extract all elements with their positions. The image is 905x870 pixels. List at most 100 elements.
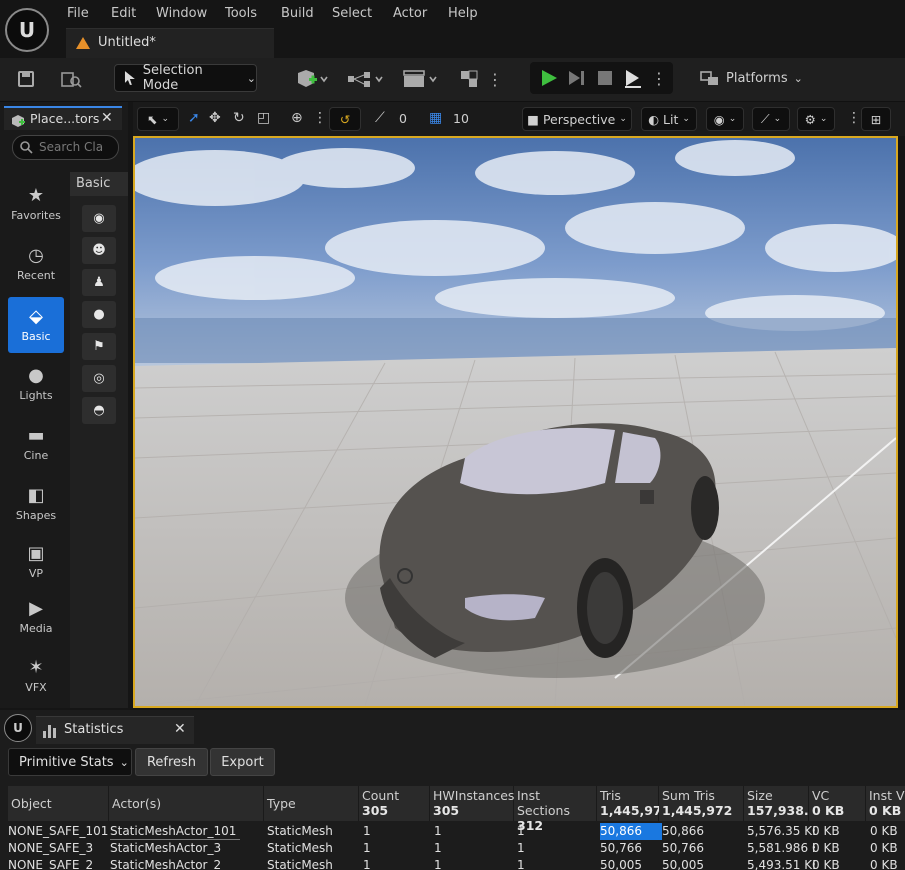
- more-options-icon[interactable]: ⋮: [313, 110, 327, 126]
- header-total: 305: [433, 803, 460, 818]
- category-recent[interactable]: ◷ Recent: [8, 236, 64, 292]
- table-row[interactable]: NONE_SAFE_2 StaticMeshActor_2 StaticMesh…: [8, 857, 905, 870]
- category-shapes[interactable]: ◧ Shapes: [8, 476, 64, 532]
- perspective-dropdown[interactable]: ■ Perspective ⌄: [522, 107, 632, 131]
- unreal-logo-icon[interactable]: U: [4, 714, 32, 742]
- column-header-inst-vc[interactable]: Inst VC0 KB: [866, 786, 905, 821]
- sparkle-icon: ✶: [28, 657, 44, 678]
- cell-actor-link[interactable]: StaticMeshActor_2: [110, 857, 240, 870]
- column-header-inst-sections[interactable]: Inst Sections 312: [514, 786, 597, 833]
- category-vfx[interactable]: ✶ VFX: [8, 648, 64, 704]
- select-menu-button[interactable]: ⬉ ⌄: [137, 107, 179, 131]
- table-row[interactable]: NONE_SAFE_3 StaticMeshActor_3 StaticMesh…: [8, 840, 905, 857]
- chevron-down-icon: ⌄: [819, 114, 828, 124]
- table-row[interactable]: NONE_SAFE_101 StaticMeshActor_101 Static…: [8, 823, 905, 840]
- empty-actor-icon[interactable]: ◉: [82, 205, 116, 232]
- menu-actor[interactable]: Actor: [393, 6, 427, 21]
- lighting-label: Lit: [663, 111, 679, 127]
- column-header-hwinstances[interactable]: HWInstances 305: [430, 786, 514, 821]
- browse-icon[interactable]: [58, 68, 84, 90]
- place-actors-tab[interactable]: Place...tors ✕: [4, 106, 122, 130]
- unreal-logo-icon[interactable]: U: [5, 8, 49, 52]
- rotate-icon[interactable]: ↻: [233, 110, 245, 126]
- menu-file[interactable]: File: [67, 6, 89, 21]
- refresh-button[interactable]: Refresh: [135, 748, 208, 776]
- gear-icon: ⚙: [804, 111, 816, 127]
- stop-icon[interactable]: [594, 67, 616, 89]
- player-start-icon[interactable]: ⚑: [82, 333, 116, 360]
- grid-snap-icon[interactable]: ▦: [429, 110, 442, 126]
- add-actor-icon[interactable]: [292, 66, 332, 92]
- sphere-actor-icon[interactable]: ◓: [82, 397, 116, 424]
- empty-pawn-icon[interactable]: ♟: [82, 269, 116, 296]
- save-icon[interactable]: [14, 68, 38, 90]
- world-local-icon[interactable]: ⊕: [291, 110, 303, 126]
- scale-icon[interactable]: ◰: [257, 110, 270, 126]
- menu-select[interactable]: Select: [332, 6, 372, 21]
- rotation-snap-icon[interactable]: ⟋: [375, 110, 385, 126]
- layout-button[interactable]: ⊞: [861, 107, 891, 131]
- category-lights[interactable]: ● Lights: [8, 356, 64, 412]
- translate-icon[interactable]: ✥: [209, 110, 221, 126]
- category-basic[interactable]: ⬙ Basic: [8, 297, 64, 353]
- menu-edit[interactable]: Edit: [111, 6, 136, 21]
- document-tab[interactable]: Untitled*: [66, 28, 274, 58]
- blueprints-icon[interactable]: [346, 66, 386, 92]
- export-button[interactable]: Export: [210, 748, 275, 776]
- close-icon[interactable]: ✕: [174, 721, 186, 737]
- selection-mode-dropdown[interactable]: Selection Mode ⌄: [114, 63, 257, 93]
- primitive-stats-dropdown[interactable]: Primitive Stats ⌄: [8, 748, 132, 776]
- menu-help[interactable]: Help: [448, 6, 478, 21]
- column-header-tris[interactable]: Tris 1,445,972: [597, 786, 670, 821]
- show-dropdown[interactable]: ◉ ⌄: [706, 107, 744, 131]
- column-header-size[interactable]: Size 157,938.5: [744, 786, 817, 821]
- category-vp[interactable]: ▣ VP: [8, 534, 64, 590]
- header-label: Sum Tris: [662, 788, 715, 803]
- cube-actor-icon[interactable]: ◎: [82, 365, 116, 392]
- packaging-icon[interactable]: [456, 66, 482, 92]
- play-options-icon[interactable]: ⋮: [651, 66, 667, 90]
- cell-inst-vc: 0 KB: [870, 824, 898, 838]
- cell-actor-link[interactable]: StaticMeshActor_101: [110, 823, 240, 840]
- empty-character-icon[interactable]: ☻: [82, 237, 116, 264]
- more-options-icon[interactable]: ⋮: [847, 110, 861, 126]
- more-options-icon[interactable]: ⋮: [487, 66, 503, 92]
- level-icon: [76, 37, 90, 49]
- lit-dropdown[interactable]: ◐ Lit ⌄: [641, 107, 697, 131]
- column-header-type[interactable]: Type: [264, 786, 359, 821]
- select-tool-icon[interactable]: ➚: [188, 110, 200, 126]
- eject-icon[interactable]: [622, 67, 644, 89]
- cinematics-icon[interactable]: [402, 66, 442, 92]
- place-actors-tab-label: Place...tors: [30, 111, 100, 126]
- cell-actor-link[interactable]: StaticMeshActor_3: [110, 840, 240, 857]
- statistics-tab[interactable]: Statistics ✕: [36, 716, 194, 744]
- category-cine[interactable]: ▬ Cine: [8, 416, 64, 472]
- cell-tris[interactable]: 50,866: [600, 823, 662, 840]
- performance-dropdown[interactable]: ⟋ ⌄: [752, 107, 790, 131]
- search-icon: [20, 141, 33, 154]
- category-media[interactable]: ▶ Media: [8, 589, 64, 645]
- chevron-down-icon: ⌄: [793, 71, 803, 85]
- platforms-dropdown[interactable]: Platforms ⌄: [700, 64, 803, 92]
- advance-frame-icon[interactable]: [566, 67, 588, 89]
- point-light-icon[interactable]: ●: [82, 301, 116, 328]
- column-header-vc[interactable]: VC 0 KB: [809, 786, 866, 821]
- category-favorites[interactable]: ★ Favorites: [8, 176, 64, 232]
- rotation-snap-value[interactable]: 0: [399, 111, 407, 126]
- column-header-count[interactable]: Count 305: [359, 786, 430, 821]
- column-header-sum-tris[interactable]: Sum Tris 1,445,972: [659, 786, 744, 821]
- level-viewport[interactable]: [133, 136, 898, 708]
- play-icon[interactable]: [538, 67, 560, 89]
- settings-dropdown[interactable]: ⚙ ⌄: [797, 107, 835, 131]
- menu-build[interactable]: Build: [281, 6, 314, 21]
- cell-hwinstances: 1: [434, 841, 442, 855]
- category-label: Cine: [23, 449, 49, 462]
- grid-snap-value[interactable]: 10: [453, 111, 469, 126]
- column-header-actors[interactable]: Actor(s): [109, 786, 264, 821]
- menu-window[interactable]: Window: [156, 6, 207, 21]
- column-header-object[interactable]: Object: [8, 786, 109, 821]
- lit-sphere-icon: ◐: [648, 111, 660, 127]
- close-icon[interactable]: ✕: [101, 110, 113, 126]
- surface-snap-button[interactable]: ↺: [329, 107, 361, 131]
- menu-tools[interactable]: Tools: [225, 6, 257, 21]
